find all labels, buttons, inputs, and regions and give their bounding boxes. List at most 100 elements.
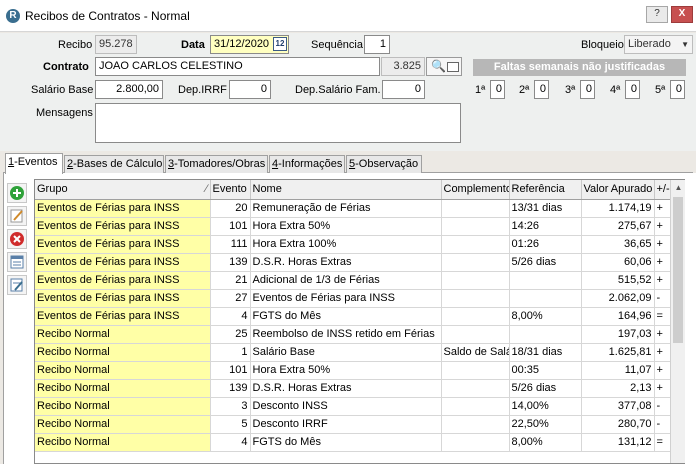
cell-valor[interactable]: 164,96 [581, 307, 655, 326]
cell-valor[interactable]: 2,13 [581, 379, 655, 398]
cell-nome[interactable]: Hora Extra 50% [250, 361, 442, 380]
cell-evento[interactable]: 27 [210, 289, 251, 308]
cell-evento[interactable]: 5 [210, 415, 251, 434]
cell-valor[interactable]: 515,52 [581, 271, 655, 290]
cell-referencia[interactable] [509, 289, 582, 308]
cell-grupo[interactable]: Eventos de Férias para INSS [35, 253, 211, 272]
cell-nome[interactable]: Hora Extra 50% [250, 217, 442, 236]
falta-1-field[interactable]: 0 [490, 80, 505, 99]
table-row[interactable]: Eventos de Férias para INSS 111 Hora Extra… [35, 235, 672, 254]
cell-nome[interactable]: Salário Base [250, 343, 442, 362]
cell-sinal[interactable]: = [654, 307, 672, 326]
cell-evento[interactable]: 139 [210, 379, 251, 398]
cell-referencia[interactable]: 00:35 [509, 361, 582, 380]
cell-referencia[interactable]: 8,00% [509, 433, 582, 452]
cell-complemento[interactable] [441, 433, 510, 452]
contrato-name-field[interactable]: JOAO CARLOS CELESTINO [95, 57, 380, 76]
cell-valor[interactable]: 197,03 [581, 325, 655, 344]
contrato-search-button[interactable]: 🔍 [426, 57, 462, 76]
cell-evento[interactable]: 139 [210, 253, 251, 272]
cell-sinal[interactable]: + [654, 217, 672, 236]
cell-complemento[interactable] [441, 289, 510, 308]
cell-evento[interactable]: 1 [210, 343, 251, 362]
column-header-nome[interactable]: Nome [250, 180, 442, 200]
bloqueio-select[interactable]: Liberado ▼ [624, 35, 693, 54]
column-header-referencia[interactable]: Referência [509, 180, 582, 200]
cell-valor[interactable]: 131,12 [581, 433, 655, 452]
cell-sinal[interactable]: + [654, 235, 672, 254]
cell-valor[interactable]: 60,06 [581, 253, 655, 272]
recibo-field[interactable]: 95.278 [95, 35, 137, 54]
table-row[interactable]: Recibo Normal 101 Hora Extra 50% 00:35 11,07… [35, 361, 672, 380]
cell-evento[interactable]: 4 [210, 307, 251, 326]
cell-grupo[interactable]: Eventos de Férias para INSS [35, 217, 211, 236]
cell-complemento[interactable] [441, 253, 510, 272]
cell-evento[interactable]: 4 [210, 433, 251, 452]
dep-irrf-field[interactable]: 0 [229, 80, 271, 99]
cell-referencia[interactable]: 01:26 [509, 235, 582, 254]
delete-button[interactable] [7, 229, 27, 249]
cell-complemento[interactable] [441, 235, 510, 254]
cell-complemento[interactable] [441, 217, 510, 236]
cell-valor[interactable]: 2.062,09 [581, 289, 655, 308]
table-row[interactable]: Recibo Normal 139 D.S.R. Horas Extras 5/26 … [35, 379, 672, 398]
cell-sinal[interactable]: + [654, 271, 672, 290]
cell-nome[interactable]: Adicional de 1/3 de Férias [250, 271, 442, 290]
cell-complemento[interactable] [441, 199, 510, 218]
cell-referencia[interactable] [509, 271, 582, 290]
cell-sinal[interactable]: + [654, 325, 672, 344]
cell-nome[interactable]: FGTS do Mês [250, 307, 442, 326]
mensagens-field[interactable] [95, 103, 461, 143]
cell-sinal[interactable]: + [654, 199, 672, 218]
table-row[interactable]: Recibo Normal 25 Reembolso de INSS retido … [35, 325, 672, 344]
cell-nome[interactable]: Hora Extra 100% [250, 235, 442, 254]
sequencia-field[interactable]: 1 [364, 35, 390, 54]
column-header-complemento[interactable]: Complemento [441, 180, 510, 200]
table-row[interactable]: Eventos de Férias para INSS 4 FGTS do Mês 8… [35, 307, 672, 326]
cell-sinal[interactable]: - [654, 397, 672, 416]
cell-sinal[interactable]: - [654, 289, 672, 308]
tab-tomadores-obras[interactable]: 3-Tomadores/Obras [165, 155, 268, 173]
cell-evento[interactable]: 3 [210, 397, 251, 416]
cell-grupo[interactable]: Recibo Normal [35, 325, 211, 344]
cell-valor[interactable]: 1.625,81 [581, 343, 655, 362]
cell-valor[interactable]: 275,67 [581, 217, 655, 236]
cell-nome[interactable]: D.S.R. Horas Extras [250, 379, 442, 398]
tab-informacoes[interactable]: 4-Informações [269, 155, 345, 173]
cell-referencia[interactable] [509, 325, 582, 344]
table-row[interactable]: Recibo Normal 4 FGTS do Mês 8,00% 131,12 = [35, 433, 672, 452]
cell-grupo[interactable]: Recibo Normal [35, 397, 211, 416]
cell-sinal[interactable]: + [654, 379, 672, 398]
cell-grupo[interactable]: Eventos de Férias para INSS [35, 289, 211, 308]
table-row[interactable]: Recibo Normal 3 Desconto INSS 14,00% 377,08- [35, 397, 672, 416]
table-row[interactable]: Eventos de Férias para INSS 20 Remuneração… [35, 199, 672, 218]
cell-grupo[interactable]: Eventos de Férias para INSS [35, 307, 211, 326]
cell-evento[interactable]: 101 [210, 217, 251, 236]
cell-nome[interactable]: D.S.R. Horas Extras [250, 253, 442, 272]
calendar-icon[interactable]: 12 [273, 37, 287, 51]
cell-sinal[interactable]: = [654, 433, 672, 452]
tab-eventos[interactable]: 1-Eventos [5, 153, 63, 174]
table-row[interactable]: Recibo Normal1Salário BaseSaldo de Salár… [35, 343, 672, 362]
table-row[interactable]: Recibo Normal 5 Desconto IRRF 22,50% 280,70- [35, 415, 672, 434]
help-button[interactable]: ? [646, 6, 668, 23]
cell-evento[interactable]: 101 [210, 361, 251, 380]
falta-5-field[interactable]: 0 [670, 80, 685, 99]
cell-referencia[interactable]: 18/31 dias [509, 343, 582, 362]
cell-complemento[interactable] [441, 361, 510, 380]
cell-complemento[interactable] [441, 307, 510, 326]
column-header-sinal[interactable]: +/- [654, 180, 672, 200]
column-header-valor[interactable]: Valor Apurado [581, 180, 655, 200]
tab-bases-calculo[interactable]: 2-Bases de Cálculo [64, 155, 164, 173]
add-button[interactable] [7, 183, 27, 203]
cell-complemento[interactable] [441, 397, 510, 416]
cell-complemento[interactable] [441, 271, 510, 290]
cell-referencia[interactable]: 13/31 dias [509, 199, 582, 218]
falta-3-field[interactable]: 0 [580, 80, 595, 99]
cell-nome[interactable]: Reembolso de INSS retido em Férias [250, 325, 442, 344]
cell-referencia[interactable]: 22,50% [509, 415, 582, 434]
salario-field[interactable]: 2.800,00 [95, 80, 163, 99]
cell-valor[interactable]: 280,70 [581, 415, 655, 434]
cell-complemento[interactable] [441, 379, 510, 398]
table-row[interactable]: Eventos de Férias para INSS 21 Adicional d… [35, 271, 672, 290]
